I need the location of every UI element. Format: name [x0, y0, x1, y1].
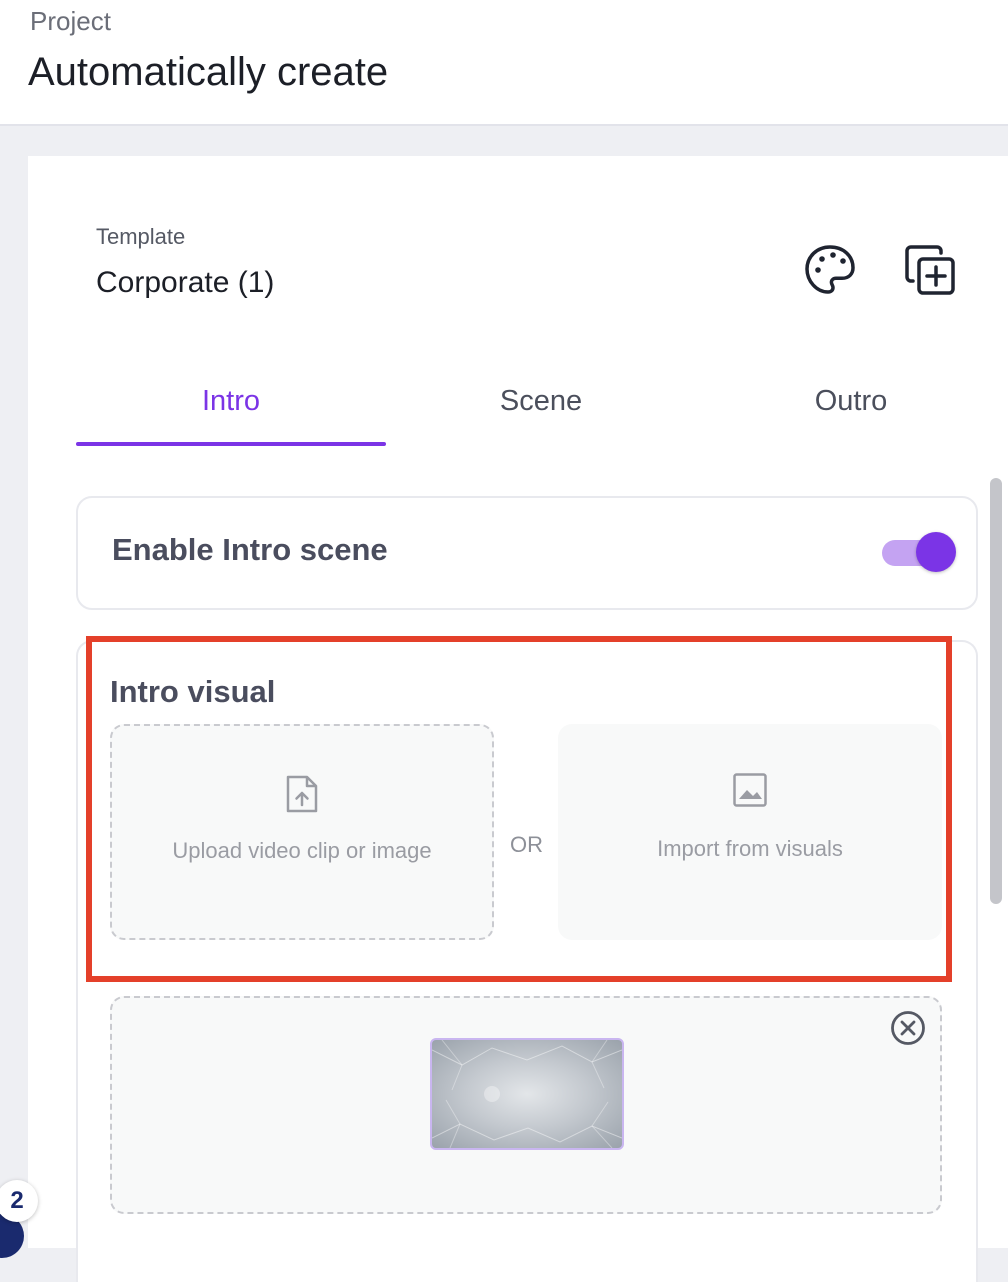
tab-scene[interactable]: Scene	[386, 368, 696, 446]
tab-outro[interactable]: Outro	[696, 368, 1006, 446]
page-header: Project Automatically create	[0, 0, 1008, 126]
scene-tabs: Intro Scene Outro	[76, 368, 1006, 448]
palette-icon[interactable]	[800, 240, 860, 300]
tab-intro[interactable]: Intro	[76, 368, 386, 446]
remove-media-icon[interactable]	[890, 1010, 926, 1046]
page-title: Automatically create	[28, 50, 389, 94]
import-text: Import from visuals	[657, 836, 843, 861]
upload-file-icon	[285, 774, 319, 819]
toggle-knob	[916, 532, 956, 572]
breadcrumb[interactable]: Project	[30, 6, 111, 37]
enable-intro-toggle[interactable]	[882, 532, 956, 572]
scrollbar-thumb[interactable]	[990, 478, 1002, 904]
upload-dropzone[interactable]: Upload video clip or image	[110, 724, 494, 940]
import-from-visuals[interactable]: Import from visuals	[558, 724, 942, 940]
duplicate-template-icon[interactable]	[900, 240, 960, 300]
image-icon	[732, 772, 768, 813]
media-thumbnail[interactable]	[430, 1038, 624, 1150]
template-label: Template	[96, 224, 186, 249]
template-name: Corporate (1)	[96, 266, 275, 299]
upload-text: Upload video clip or image	[172, 838, 432, 863]
enable-intro-label: Enable Intro scene	[112, 532, 388, 567]
or-separator: OR	[510, 832, 543, 857]
enable-intro-card: Enable Intro scene	[76, 496, 978, 610]
intro-visual-title: Intro visual	[110, 674, 276, 709]
